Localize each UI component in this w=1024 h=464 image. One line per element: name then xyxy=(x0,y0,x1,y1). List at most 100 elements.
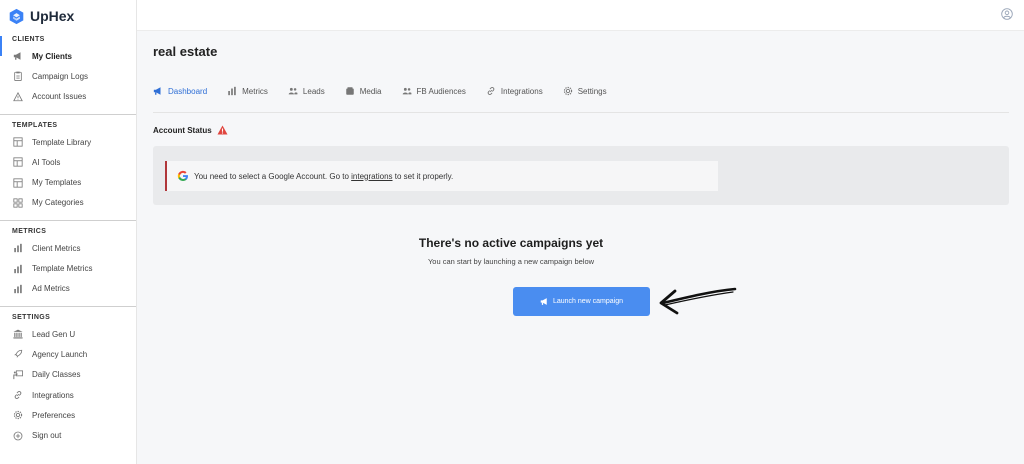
page-title: real estate xyxy=(153,44,218,59)
tab-fb-audiences[interactable]: FB Audiences xyxy=(402,86,466,96)
sidebar-section-settings: SETTINGS Lead Gen U Agency Launch Daily Cla… xyxy=(0,310,136,450)
sidebar-item-label: Template Library xyxy=(32,137,92,147)
layout-icon xyxy=(13,137,23,147)
sidebar-item-my-templates[interactable]: My Templates xyxy=(0,172,136,192)
sidebar-item-campaign-logs[interactable]: Campaign Logs xyxy=(0,66,136,86)
user-avatar-icon[interactable] xyxy=(1001,8,1013,20)
sidebar-item-label: Account Issues xyxy=(32,92,87,102)
tab-label: Dashboard xyxy=(168,86,208,96)
tab-dashboard[interactable]: Dashboard xyxy=(153,86,207,96)
tab-leads[interactable]: Leads xyxy=(288,86,325,96)
empty-state-title: There's no active campaigns yet xyxy=(418,236,604,250)
layout-icon xyxy=(13,178,23,188)
sidebar-item-account-issues[interactable]: Account Issues xyxy=(0,87,136,107)
gear-icon xyxy=(563,86,572,96)
warning-icon xyxy=(12,91,24,103)
link-icon xyxy=(12,389,24,401)
layout-icon xyxy=(13,157,23,167)
tab-media[interactable]: Media xyxy=(345,86,382,96)
tab-integrations[interactable]: Integrations xyxy=(486,86,543,96)
megaphone-icon xyxy=(13,52,21,60)
tab-label: Settings xyxy=(577,86,607,96)
google-icon xyxy=(177,170,188,181)
university-icon xyxy=(12,328,24,340)
rocket-icon xyxy=(12,348,24,360)
alert-panel: You need to select a Google Account. Go … xyxy=(153,146,1009,205)
bar-chart-icon xyxy=(228,86,236,96)
sidebar-section-title: CLIENTS xyxy=(12,36,45,43)
sidebar-item-label: AI Tools xyxy=(32,157,61,167)
tab-label: Media xyxy=(359,86,382,96)
signout-icon xyxy=(12,430,24,442)
sidebar-item-label: My Categories xyxy=(32,198,84,208)
sidebar-item-label: Agency Launch xyxy=(32,349,88,359)
chalkboard-icon xyxy=(13,370,23,379)
sidebar-item-label: Ad Metrics xyxy=(32,284,70,294)
grid-icon xyxy=(13,198,23,208)
sidebar-section-title: TEMPLATES xyxy=(12,121,58,129)
sidebar-item-label: Sign out xyxy=(32,431,62,441)
integrations-link[interactable]: integrations xyxy=(351,172,392,181)
sidebar-item-label: Preferences xyxy=(32,410,76,420)
link-icon xyxy=(14,391,22,399)
rocket-icon xyxy=(14,350,23,359)
sidebar-item-label: Campaign Logs xyxy=(32,71,89,81)
media-icon xyxy=(345,87,354,95)
sidebar-section-clients: CLIENTS My Clients Campaign Logs Account Is… xyxy=(0,32,136,111)
arrow-annotation xyxy=(659,287,737,315)
brand[interactable]: UpHex xyxy=(0,0,136,32)
users-icon xyxy=(288,87,298,95)
gear-icon xyxy=(13,411,23,420)
sidebar-item-lead-gen-u[interactable]: Lead Gen U xyxy=(0,324,136,344)
university-icon xyxy=(13,329,23,339)
uphex-logo-icon xyxy=(9,8,24,24)
tab-bar: Dashboard Metrics Leads Media FB Audiences In… xyxy=(153,80,1009,113)
signout-icon xyxy=(13,431,23,441)
grid-icon xyxy=(12,197,24,209)
bar-chart-icon xyxy=(14,284,22,293)
account-status-row: Account Status xyxy=(153,123,1009,137)
sidebar-item-agency-launch[interactable]: Agency Launch xyxy=(0,344,136,364)
gear-icon xyxy=(12,409,24,421)
tab-metrics[interactable]: Metrics xyxy=(227,86,268,96)
google-account-alert: You need to select a Google Account. Go … xyxy=(165,161,718,191)
alert-text-after: to set it properly. xyxy=(392,171,454,181)
tab-label: Integrations xyxy=(500,86,543,96)
alert-message: You need to select a Google Account. Go … xyxy=(194,172,453,181)
warning-icon xyxy=(13,91,23,101)
megaphone-icon xyxy=(540,298,547,305)
sidebar-item-label: My Clients xyxy=(32,51,73,61)
clipboard-icon xyxy=(12,70,24,82)
top-bar xyxy=(137,0,1024,31)
tab-settings[interactable]: Settings xyxy=(563,86,607,96)
warning-icon xyxy=(217,125,228,135)
sidebar-item-daily-classes[interactable]: Daily Classes xyxy=(0,365,136,385)
sidebar-item-template-library[interactable]: Template Library xyxy=(0,132,136,152)
layout-icon xyxy=(12,156,24,168)
sidebar-item-ad-metrics[interactable]: Ad Metrics xyxy=(0,279,136,299)
layout-icon xyxy=(12,136,24,148)
sidebar-item-label: Daily Classes xyxy=(32,370,81,380)
launch-new-campaign-button[interactable]: Launch new campaign xyxy=(513,287,650,316)
bar-chart-icon xyxy=(12,283,24,295)
alert-text-before: You need to select a Google Account. Go … xyxy=(194,171,352,181)
sidebar-item-ai-tools[interactable]: AI Tools xyxy=(0,152,136,172)
chalkboard-icon xyxy=(12,369,24,381)
tab-label: FB Audiences xyxy=(416,86,466,96)
sidebar-item-preferences[interactable]: Preferences xyxy=(0,405,136,425)
layout-icon xyxy=(12,177,24,189)
sidebar-item-label: Integrations xyxy=(32,390,74,400)
empty-state: There's no active campaigns yet You can … xyxy=(153,236,1009,316)
sidebar: UpHex CLIENTS My Clients Campaign Logs Acco… xyxy=(0,0,137,464)
sidebar-section-templates: TEMPLATES Template Library AI Tools My Temp… xyxy=(0,118,136,217)
sidebar-item-my-categories[interactable]: My Categories xyxy=(0,193,136,213)
sidebar-item-sign-out[interactable]: Sign out xyxy=(0,425,136,445)
sidebar-divider xyxy=(0,113,136,115)
tab-label: Leads xyxy=(302,86,325,96)
brand-name: UpHex xyxy=(30,8,75,24)
sidebar-item-my-clients[interactable]: My Clients xyxy=(0,46,136,66)
sidebar-item-integrations[interactable]: Integrations xyxy=(0,385,136,405)
tab-label: Metrics xyxy=(242,86,268,96)
empty-state-subtitle: You can start by launching a new campaig… xyxy=(427,257,595,266)
launch-button-label: Launch new campaign xyxy=(552,298,624,305)
